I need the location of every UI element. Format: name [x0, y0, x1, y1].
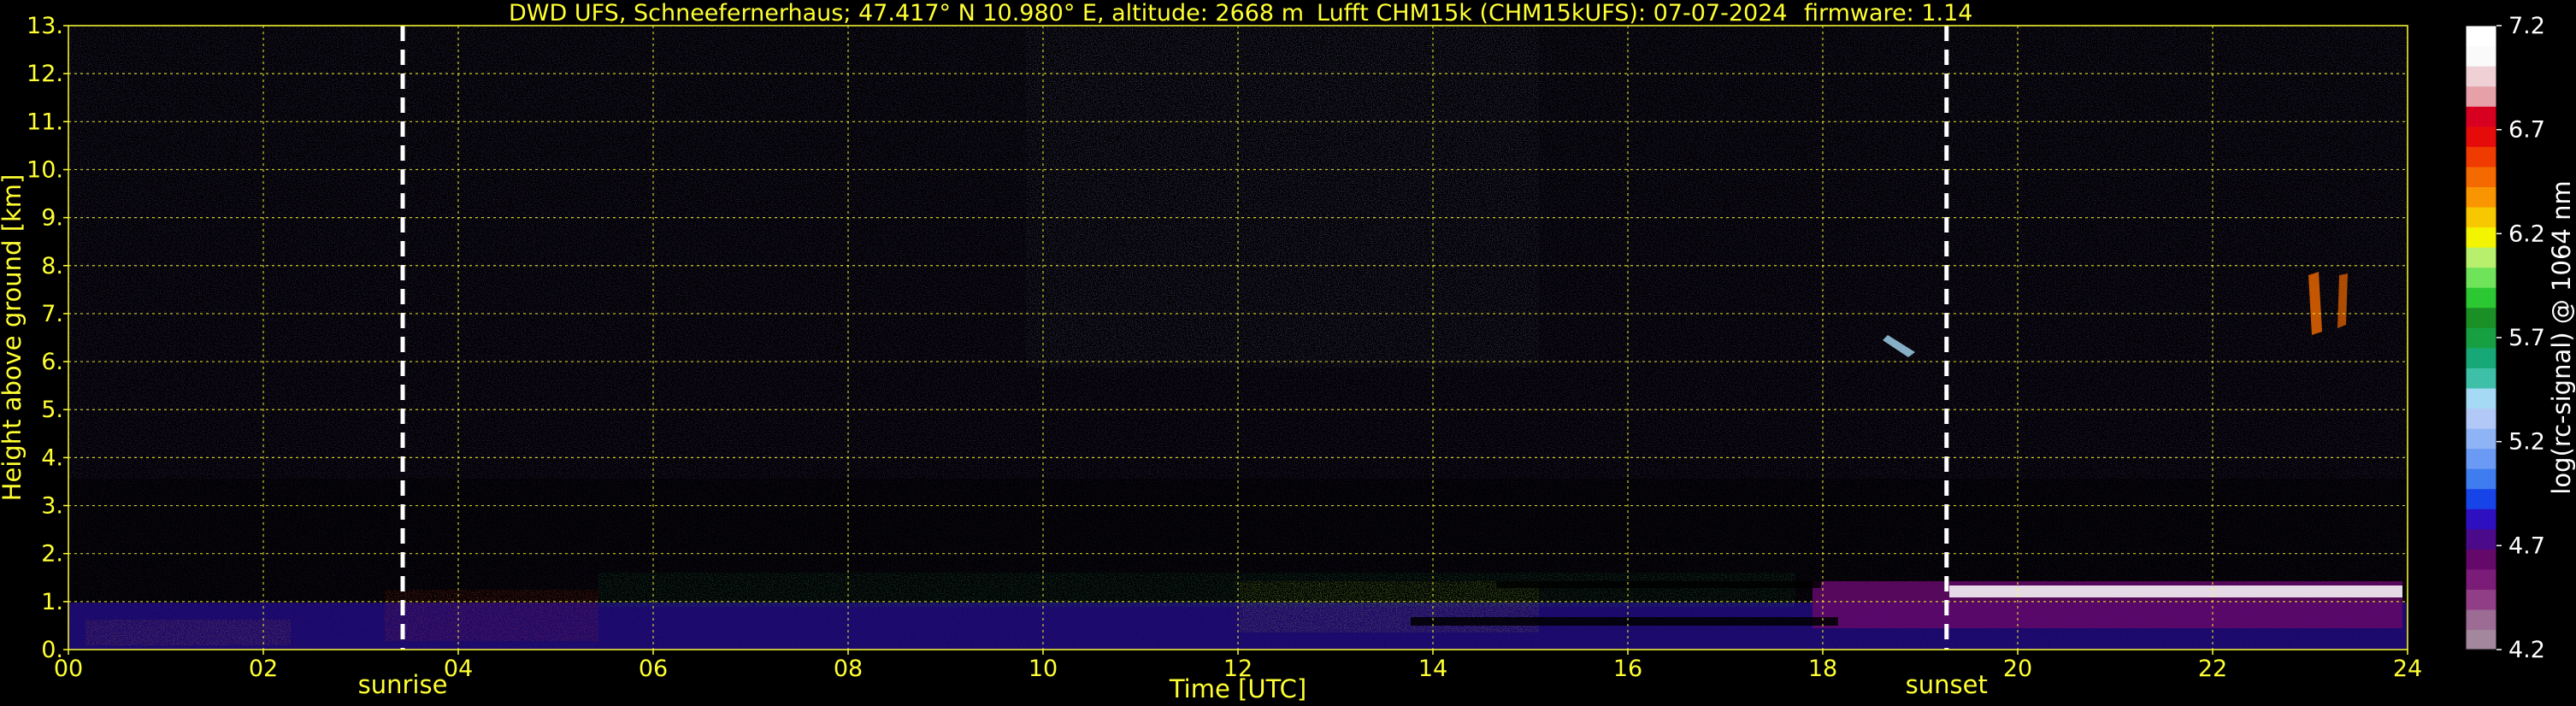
- colorbar-swatch: [2466, 126, 2496, 147]
- y-axis-label: Height above ground [km]: [0, 174, 27, 502]
- colorbar-swatch: [2466, 45, 2496, 67]
- chart-title-firmware: firmware: 1.14: [1804, 0, 1972, 26]
- y-tick-label: 5.: [41, 397, 63, 423]
- y-tick-label: 9.: [41, 205, 63, 232]
- colorbar: 4.2 4.7 5.2 5.7 6.2 6.7 7.2 log(rc-signal) @ 1…: [2465, 13, 2576, 663]
- x-tick-label: 14: [1418, 656, 1447, 682]
- x-tick-label: 02: [249, 656, 278, 682]
- y-tick-label: 1.: [41, 589, 63, 615]
- y-tick-label: 6.: [41, 349, 63, 375]
- x-tick-label: 10: [1029, 656, 1058, 682]
- colorbar-tick-label: 4.7: [2508, 532, 2545, 559]
- x-tick-label: 18: [1808, 656, 1837, 682]
- colorbar-label: log(rc-signal) @ 1064 nm: [2547, 180, 2576, 494]
- colorbar-swatch: [2466, 206, 2496, 228]
- colorbar-swatch: [2466, 327, 2496, 349]
- colorbar-ticks: 4.2 4.7 5.2 5.7 6.2 6.7 7.2: [2496, 13, 2545, 663]
- y-tick-label: 2.: [41, 541, 63, 568]
- x-tick-label: 06: [639, 656, 668, 682]
- colorbar-tick-label: 4.2: [2508, 637, 2545, 663]
- colorbar-swatch: [2466, 448, 2496, 469]
- colorbar-swatch: [2466, 66, 2496, 87]
- x-tick-label: 24: [2393, 656, 2422, 682]
- colorbar-swatch: [2466, 267, 2496, 288]
- colorbar-tick-label: 7.2: [2508, 13, 2545, 39]
- y-tick-label: 12.: [27, 61, 63, 87]
- sunset-label: sunset: [1906, 670, 1988, 699]
- colorbar-swatch: [2466, 347, 2496, 368]
- colorbar-swatch: [2466, 186, 2496, 208]
- colorbar-swatch: [2466, 488, 2496, 509]
- sunrise-label: sunrise: [358, 670, 448, 699]
- colorbar-swatch: [2466, 227, 2496, 248]
- colorbar-swatch: [2466, 468, 2496, 490]
- colorbar-swatch: [2466, 85, 2496, 107]
- colorbar-swatch: [2466, 427, 2496, 450]
- y-tick-label: 0.: [41, 637, 63, 663]
- y-tick-label: 13.: [27, 13, 63, 39]
- x-tick-label: 16: [1613, 656, 1642, 682]
- colorbar-swatch: [2466, 307, 2496, 328]
- chart-title-site: DWD UFS, Schneefernerhaus; 47.417° N 10.…: [509, 0, 1304, 26]
- colorbar-swatch: [2466, 146, 2496, 168]
- ceilometer-chart: DWD UFS, Schneefernerhaus; 47.417° N 10.…: [0, 0, 2576, 703]
- colorbar-swatches: [2466, 26, 2496, 650]
- colorbar-swatch: [2466, 549, 2496, 570]
- y-tick-label: 11.: [27, 109, 63, 135]
- y-axis: 0. 1. 2. 3. 4. 5. 6. 7. 8. 9. 10. 11. 12. 13.: [27, 13, 68, 663]
- colorbar-swatch: [2466, 509, 2496, 530]
- colorbar-swatch: [2466, 528, 2496, 550]
- colorbar-tick-label: 6.2: [2508, 221, 2545, 247]
- colorbar-swatch: [2466, 368, 2496, 389]
- x-tick-label: 20: [2003, 656, 2032, 682]
- y-tick-label: 7.: [41, 301, 63, 327]
- colorbar-swatch: [2466, 568, 2496, 590]
- x-axis-label: Time [UTC]: [1169, 674, 1306, 703]
- colorbar-swatch: [2466, 387, 2496, 409]
- colorbar-swatch: [2466, 408, 2496, 429]
- x-tick-label: 04: [444, 656, 473, 682]
- x-tick-label: 08: [834, 656, 863, 682]
- chart-title-instrument: Lufft CHM15k (CHM15kUFS): 07-07-2024: [1317, 0, 1788, 26]
- y-tick-label: 3.: [41, 493, 63, 520]
- colorbar-tick-label: 6.7: [2508, 117, 2545, 144]
- y-tick-label: 8.: [41, 253, 63, 279]
- colorbar-swatch: [2466, 629, 2496, 650]
- colorbar-swatch: [2466, 287, 2496, 309]
- colorbar-swatch: [2466, 166, 2496, 187]
- colorbar-swatch: [2466, 106, 2496, 127]
- y-tick-label: 10.: [27, 156, 63, 183]
- colorbar-swatch: [2466, 609, 2496, 631]
- plot-area: [68, 26, 2408, 650]
- colorbar-swatch: [2466, 26, 2496, 47]
- y-tick-label: 4.: [41, 444, 63, 471]
- colorbar-swatch: [2466, 247, 2496, 268]
- colorbar-tick-label: 5.7: [2508, 325, 2545, 351]
- colorbar-swatch: [2466, 589, 2496, 610]
- x-tick-label: 22: [2198, 656, 2227, 682]
- colorbar-tick-label: 5.2: [2508, 429, 2545, 456]
